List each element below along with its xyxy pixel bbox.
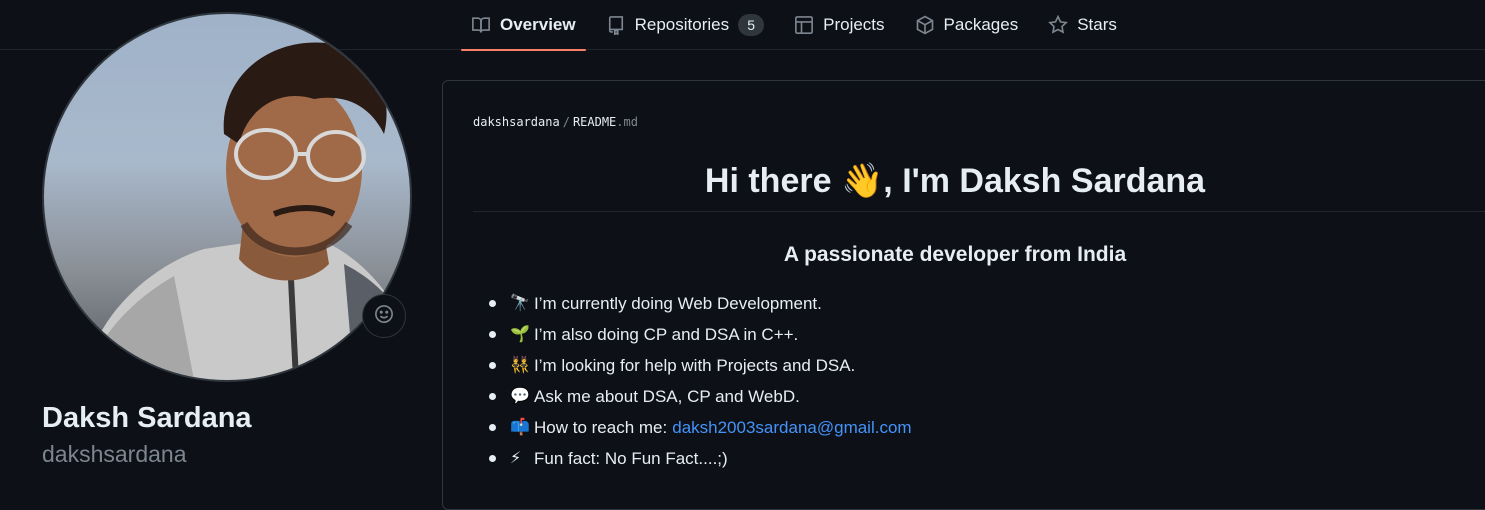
readme-path-owner[interactable]: dakshsardana	[473, 115, 560, 129]
readme-subheading-text: A passionate developer from India	[783, 243, 1127, 266]
list-item-text: I’m currently doing Web Development.	[534, 294, 822, 313]
list-item: 📫 How to reach me: daksh2003sardana@gmail.…	[483, 412, 912, 443]
people-icon: 👯	[510, 357, 530, 374]
list-item-text: I’m looking for help with Projects and D…	[534, 356, 856, 375]
readme-list: 🔭 I’m currently doing Web Development. 🌱 I…	[483, 288, 912, 474]
star-icon	[1048, 15, 1069, 35]
avatar-photo	[84, 42, 410, 380]
readme-heading: Hi there 👋, I'm Daksh Sardana	[473, 159, 1485, 212]
readme-heading-name: , I'm Daksh Sardana	[883, 162, 1206, 200]
avatar[interactable]	[42, 12, 412, 382]
tab-repositories[interactable]: Repositories 5	[596, 0, 775, 50]
readme-path-ext: .md	[616, 115, 638, 129]
smiley-icon	[374, 304, 394, 329]
tab-packages[interactable]: Packages	[905, 0, 1029, 50]
readme-subheading: A passionate developer from India	[473, 243, 1485, 267]
list-item: 💬 Ask me about DSA, CP and WebD.	[483, 381, 912, 412]
tab-projects[interactable]: Projects	[784, 0, 894, 50]
list-item-text: Ask me about DSA, CP and WebD.	[534, 387, 800, 406]
bullet-icon	[489, 455, 496, 462]
list-item-text: How to reach me:	[534, 418, 668, 437]
readme-path-separator: /	[562, 115, 570, 129]
waving-hand-icon: 👋	[840, 162, 884, 200]
readme-panel: dakshsardana / README.md Hi there 👋, I'm D…	[442, 80, 1485, 510]
email-link[interactable]: daksh2003sardana@gmail.com	[672, 412, 911, 443]
readme-path-file[interactable]: README	[573, 115, 616, 129]
speech-bubble-icon: 💬	[510, 388, 530, 405]
book-icon	[471, 15, 491, 35]
bullet-icon	[489, 331, 496, 338]
set-status-button[interactable]	[362, 294, 406, 338]
profile-name: Daksh Sardana	[42, 402, 252, 434]
table-icon	[794, 15, 814, 35]
tab-repositories-label: Repositories	[634, 15, 730, 34]
readme-path: dakshsardana / README.md	[473, 115, 638, 129]
list-item-text: Fun fact: No Fun Fact....;)	[534, 449, 728, 468]
repositories-count-badge: 5	[738, 14, 765, 36]
bullet-icon	[489, 393, 496, 400]
profile-login: dakshsardana	[42, 441, 187, 467]
repo-icon	[606, 15, 626, 35]
mailbox-icon: 📫	[510, 419, 530, 436]
tab-overview[interactable]: Overview	[461, 0, 586, 51]
telescope-icon: 🔭	[510, 295, 530, 312]
avatar-container	[42, 12, 412, 382]
tab-stars-label: Stars	[1077, 15, 1117, 34]
tab-projects-label: Projects	[823, 15, 885, 34]
tab-list: Overview Repositories 5 Projects Package…	[461, 0, 1137, 51]
seedling-icon: 🌱	[510, 326, 530, 343]
tab-overview-label: Overview	[500, 15, 576, 34]
tab-stars[interactable]: Stars	[1038, 0, 1127, 50]
readme-heading-text: Hi there	[704, 162, 841, 200]
list-item: 👯 I’m looking for help with Projects and …	[483, 350, 912, 381]
list-item: 🔭 I’m currently doing Web Development.	[483, 288, 912, 319]
package-icon	[915, 15, 935, 35]
bullet-icon	[489, 300, 496, 307]
bullet-icon	[489, 362, 496, 369]
tab-packages-label: Packages	[943, 15, 1019, 34]
list-item: 🌱 I’m also doing CP and DSA in C++.	[483, 319, 912, 350]
list-item: ⚡ Fun fact: No Fun Fact....;)	[483, 443, 912, 474]
bullet-icon	[489, 424, 496, 431]
lightning-icon: ⚡	[510, 450, 522, 467]
list-item-text: I’m also doing CP and DSA in C++.	[534, 325, 799, 344]
